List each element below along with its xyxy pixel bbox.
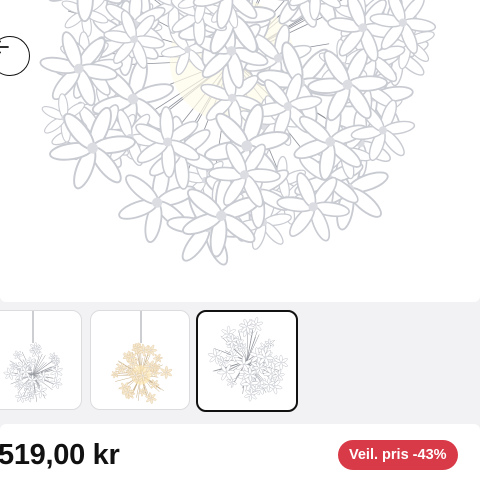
lamp-illustration (39, 0, 437, 266)
thumbnail-strip (0, 310, 480, 414)
price: 519,00 kr (0, 439, 120, 471)
lamp-thumbnail-image (3, 311, 63, 403)
lamp-thumbnail-image (110, 311, 173, 404)
discount-badge: Veil. pris -43% (338, 440, 458, 470)
arrow-left-icon (0, 40, 9, 54)
thumbnail-2[interactable] (90, 310, 190, 410)
product-image-main[interactable] (0, 0, 480, 302)
thumbnail-1[interactable] (0, 310, 82, 410)
thumbnail-3-selected[interactable] (196, 310, 298, 412)
lamp-thumbnail-image (207, 316, 288, 402)
